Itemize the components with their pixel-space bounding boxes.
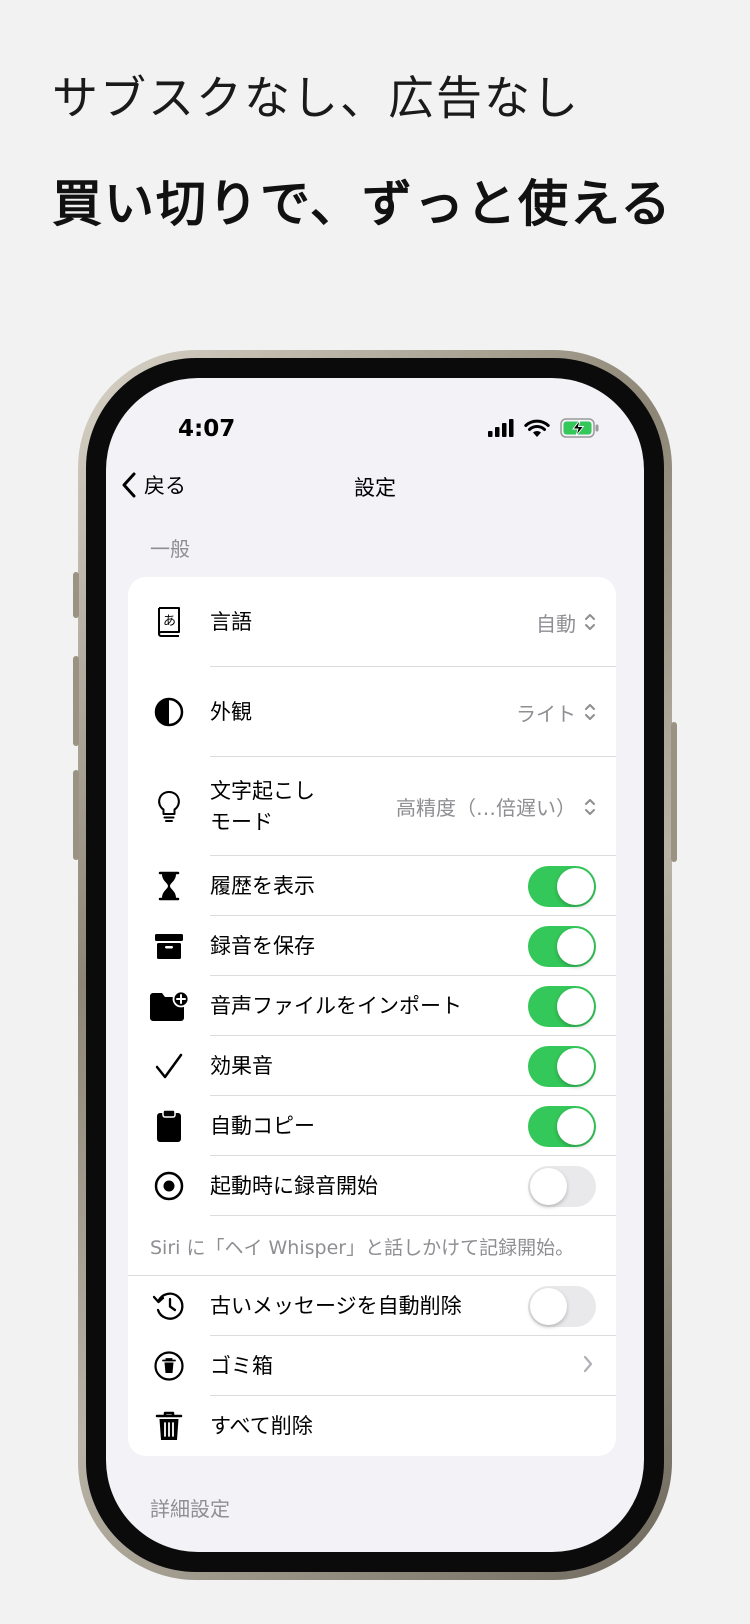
chevron-up-down-icon: [585, 798, 595, 815]
phone-side-button: [73, 572, 79, 618]
auto-copy-row: 自動コピー: [128, 1096, 616, 1156]
language-value: 自動: [536, 611, 576, 636]
transcription-mode-value: 高精度（…倍遅い）: [396, 796, 576, 820]
section-header-advanced: 詳細設定: [150, 1497, 230, 1521]
battery-charging-icon: [560, 418, 599, 438]
hourglass-icon: [158, 871, 180, 901]
clipboard-icon: [157, 1109, 181, 1142]
chevron-up-down-icon: [585, 704, 595, 720]
chevron-up-down-icon: [585, 614, 595, 630]
promo-headline-2: 買い切りで、ずっと使える: [52, 174, 673, 233]
trash-row[interactable]: ゴミ箱: [128, 1336, 616, 1396]
show-history-row: 履歴を表示: [128, 856, 616, 916]
delete-all-label: すべて削除: [210, 1413, 313, 1438]
sound-effects-label: 効果音: [210, 1053, 273, 1078]
status-icons: [488, 418, 600, 438]
record-on-launch-row: 起動時に録音開始: [128, 1156, 616, 1216]
transcription-mode-picker[interactable]: 高精度（…倍遅い）: [396, 792, 616, 821]
auto-copy-toggle[interactable]: [528, 1105, 596, 1147]
lightbulb-icon: [158, 790, 180, 822]
wifi-icon: [524, 419, 550, 437]
status-time: 4:07: [178, 416, 236, 442]
save-recording-label: 録音を保存: [210, 933, 315, 958]
clock-arrow-icon: [152, 1292, 184, 1320]
settings-card: あ 言語 自動 外観 ライト 文字起こし モード 高精度（…倍遅い） 履歴を表示…: [128, 577, 616, 1456]
trash-icon: [155, 1411, 183, 1440]
contrast-icon: [154, 697, 184, 727]
appearance-row[interactable]: 外観 ライト: [128, 667, 616, 757]
phone-volume-down-button: [73, 770, 79, 860]
language-label: 言語: [210, 609, 252, 634]
save-recording-row: 録音を保存: [128, 916, 616, 976]
auto-copy-label: 自動コピー: [210, 1113, 315, 1138]
siri-hint-text: Siri に「ヘイ Whisper」と話しかけて記録開始。: [150, 1236, 575, 1259]
cellular-signal-icon: [488, 419, 514, 437]
delete-all-row[interactable]: すべて削除: [128, 1396, 616, 1456]
folder-add-icon: [150, 990, 189, 1021]
language-picker[interactable]: 自動: [536, 608, 616, 637]
record-circle-icon: [154, 1171, 184, 1201]
import-audio-label: 音声ファイルをインポート: [210, 993, 462, 1018]
show-history-toggle[interactable]: [528, 865, 596, 907]
sound-effects-row: 効果音: [128, 1036, 616, 1096]
appearance-label: 外観: [210, 699, 252, 724]
transcription-mode-label: 文字起こし モード: [210, 776, 396, 838]
dictionary-icon: あ: [158, 607, 180, 637]
import-audio-toggle[interactable]: [528, 985, 596, 1027]
record-on-launch-toggle[interactable]: [528, 1165, 596, 1207]
appearance-picker[interactable]: ライト: [516, 698, 616, 727]
auto-delete-old-toggle[interactable]: [528, 1285, 596, 1327]
section-header-general: 一般: [150, 537, 190, 561]
phone-bezel: 4:07 戻る 設定 一般 あ 言語 自動 外観 ライト 文字起こし モード 高…: [86, 358, 664, 1572]
phone-screen: 4:07 戻る 設定 一般 あ 言語 自動 外観 ライト 文字起こし モード 高…: [106, 378, 644, 1552]
transcription-mode-label-line-1: 文字起こし: [210, 778, 315, 803]
sound-effects-toggle[interactable]: [528, 1045, 596, 1087]
record-on-launch-label: 起動時に録音開始: [210, 1173, 378, 1198]
auto-delete-old-label: 古いメッセージを自動削除: [210, 1293, 462, 1318]
import-audio-row: 音声ファイルをインポート: [128, 976, 616, 1036]
transcription-mode-row[interactable]: 文字起こし モード 高精度（…倍遅い）: [128, 757, 616, 856]
save-recording-toggle[interactable]: [528, 925, 596, 967]
trash-label: ゴミ箱: [210, 1353, 273, 1378]
chevron-right-icon: [583, 1355, 593, 1373]
svg-text:あ: あ: [163, 614, 176, 629]
show-history-label: 履歴を表示: [210, 873, 315, 898]
promo-headline-1: サブスクなし、広告なし: [52, 71, 580, 125]
phone-power-button: [671, 722, 677, 862]
language-row[interactable]: あ 言語 自動: [128, 577, 616, 667]
phone-volume-up-button: [73, 656, 79, 746]
auto-delete-old-row: 古いメッセージを自動削除: [128, 1276, 616, 1336]
phone-frame: 4:07 戻る 設定 一般 あ 言語 自動 外観 ライト 文字起こし モード 高…: [73, 350, 677, 1580]
trash-circle-icon: [154, 1351, 184, 1381]
siri-hint-row: Siri に「ヘイ Whisper」と話しかけて記録開始。: [128, 1216, 616, 1276]
transcription-mode-label-line-2: モード: [210, 809, 273, 834]
page-title: 設定: [354, 476, 396, 500]
archive-box-icon: [155, 934, 183, 959]
checkmark-icon: [155, 1053, 183, 1079]
appearance-value: ライト: [516, 701, 576, 726]
